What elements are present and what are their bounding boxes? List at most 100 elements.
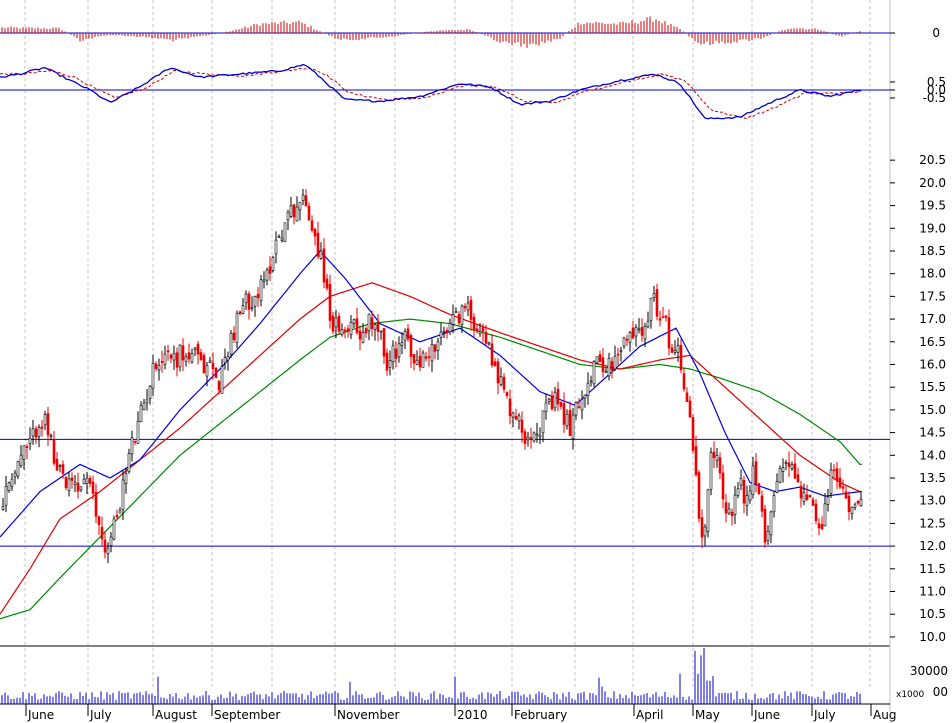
candle-body (598, 354, 602, 362)
candle-body (40, 426, 44, 429)
price-tick-label: 20.5 (919, 153, 946, 167)
candle-body (241, 305, 245, 314)
candle-body (385, 352, 389, 371)
candle-body (70, 477, 74, 481)
candle-body (649, 297, 653, 321)
candle-body (487, 342, 491, 345)
candle-body (19, 454, 23, 466)
candle-body (856, 501, 860, 504)
oscillator-mid-signal-line (0, 63, 862, 120)
candle-body (658, 318, 662, 321)
candle-body (214, 367, 218, 378)
candle-body (496, 361, 500, 384)
price-panel (0, 189, 890, 620)
candle-body (190, 353, 194, 363)
candle-body (223, 357, 227, 364)
candle-body (307, 206, 311, 221)
candle-body (526, 436, 530, 441)
candle-body (250, 306, 254, 309)
x-axis-label: June (27, 708, 54, 722)
candle-body (274, 239, 278, 255)
candle-body (643, 326, 647, 340)
candle-body (838, 477, 842, 488)
x-axis-label: September (214, 708, 280, 722)
candle-body (253, 296, 257, 307)
candle-body (451, 314, 455, 325)
candle-body (631, 327, 635, 339)
candle-body (391, 345, 395, 363)
candle-body (340, 329, 344, 336)
candle-body (157, 365, 161, 371)
candle-body (193, 347, 197, 351)
candle-body (706, 489, 710, 532)
candle-body (466, 302, 470, 311)
candle-body (211, 362, 215, 369)
x-axis-label: 2010 (457, 708, 488, 722)
candle-body (334, 317, 338, 328)
candle-body (493, 361, 497, 366)
candle-body (262, 279, 266, 282)
candle-body (409, 335, 413, 357)
candle-body (511, 412, 515, 418)
candle-body (556, 388, 560, 405)
osc-top-tick-label: 0 (932, 26, 940, 40)
candle-body (676, 345, 680, 353)
candle-body (565, 413, 569, 427)
candle-body (310, 220, 314, 231)
candle-body (217, 381, 221, 391)
x-axis-label: Aug (873, 708, 896, 722)
price-tick-label: 12.0 (919, 539, 946, 553)
price-tick-label: 15.0 (919, 403, 946, 417)
candle-body (175, 352, 179, 368)
candle-body (811, 499, 815, 506)
candle-body (136, 420, 140, 444)
candle-body (688, 400, 692, 418)
candle-body (589, 380, 593, 383)
candle-body (127, 453, 131, 473)
candle-body (73, 481, 77, 485)
candle-body (382, 328, 386, 357)
candle-body (286, 211, 290, 221)
candle-body (727, 508, 731, 514)
candle-body (751, 465, 755, 495)
candle-body (637, 328, 641, 331)
candle-body (181, 345, 185, 361)
candle-body (52, 439, 56, 464)
candle-body (313, 228, 317, 237)
x-axis-label: May (695, 708, 720, 722)
price-tick-label: 15.5 (919, 380, 946, 394)
candle-body (22, 445, 26, 460)
candle-body (292, 204, 296, 218)
candle-body (808, 495, 812, 498)
candle-body (25, 446, 29, 448)
candle-body (517, 415, 521, 422)
candle-body (583, 394, 587, 399)
candle-body (823, 503, 827, 527)
candle-body (541, 410, 545, 434)
candle-body (415, 359, 419, 365)
candle-body (205, 365, 209, 377)
candle-body (625, 338, 629, 341)
candle-body (166, 350, 170, 353)
candle-body (94, 491, 98, 517)
price-tick-label: 13.5 (919, 471, 946, 485)
candle-body (529, 437, 533, 439)
candle-body (139, 405, 143, 423)
candle-body (64, 476, 68, 489)
candle-body (172, 353, 176, 361)
candle-body (478, 331, 482, 335)
candle-body (16, 461, 20, 477)
candle-body (574, 402, 578, 416)
x-axis-label: November (337, 708, 399, 722)
candle-body (460, 305, 464, 325)
candle-body (364, 328, 368, 334)
price-tick-label: 18.0 (919, 267, 946, 281)
candle-body (697, 472, 701, 519)
candle-body (247, 293, 251, 310)
candle-body (124, 473, 128, 484)
candle-body (82, 478, 86, 485)
candle-body (331, 315, 335, 332)
candle-body (397, 343, 401, 358)
candle-body (133, 441, 137, 443)
candle-body (244, 293, 248, 304)
